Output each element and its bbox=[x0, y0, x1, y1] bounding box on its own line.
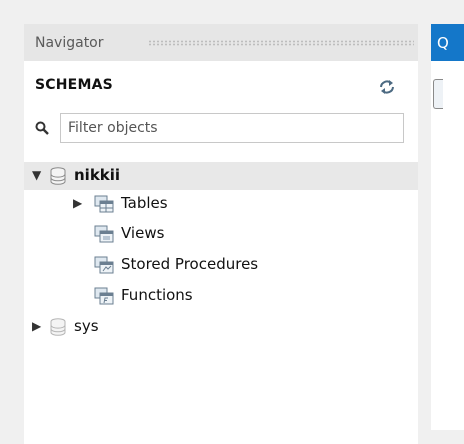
tree-item-functions[interactable]: Functions bbox=[24, 282, 418, 310]
query-tab-label: Q bbox=[437, 34, 449, 52]
function-folder-icon bbox=[94, 287, 114, 305]
tree-item-label: nikkii bbox=[74, 166, 121, 184]
refresh-icon[interactable] bbox=[378, 79, 396, 95]
database-icon bbox=[50, 318, 66, 336]
panel-grip[interactable] bbox=[148, 40, 414, 46]
tree-item-tables[interactable]: ▶ Tables bbox=[24, 190, 418, 218]
tree-item-label: sys bbox=[74, 317, 99, 335]
tree-item-stored-procedures[interactable]: Stored Procedures bbox=[24, 251, 418, 279]
tree-item-label: Functions bbox=[121, 286, 193, 304]
procedure-folder-icon bbox=[94, 256, 114, 274]
tree-item-label: Views bbox=[121, 224, 165, 242]
navigator-title: Navigator bbox=[35, 35, 104, 51]
database-icon bbox=[50, 167, 66, 185]
table-folder-icon bbox=[94, 195, 114, 213]
query-tab[interactable]: Q bbox=[431, 24, 464, 61]
navigator-header: Navigator bbox=[24, 24, 418, 61]
expand-arrow-icon[interactable]: ▶ bbox=[32, 320, 44, 332]
tree-item-nikkii[interactable]: ▼ nikkii bbox=[24, 162, 418, 190]
search-icon bbox=[35, 121, 49, 135]
schemas-label: SCHEMAS bbox=[35, 77, 113, 93]
open-file-icon[interactable] bbox=[433, 79, 443, 109]
tree-item-views[interactable]: Views bbox=[24, 220, 418, 248]
tree-item-label: Tables bbox=[121, 194, 168, 212]
navigator-panel: SCHEMAS ▼ nikkii ▶ bbox=[24, 61, 418, 444]
filter-objects-input[interactable] bbox=[60, 113, 404, 143]
collapse-arrow-icon[interactable]: ▼ bbox=[32, 169, 44, 181]
tree-item-sys[interactable]: ▶ sys bbox=[24, 313, 418, 341]
expand-arrow-icon[interactable]: ▶ bbox=[73, 197, 85, 209]
tree-item-label: Stored Procedures bbox=[121, 255, 259, 273]
query-editor-area[interactable] bbox=[431, 61, 464, 430]
view-folder-icon bbox=[94, 225, 114, 243]
